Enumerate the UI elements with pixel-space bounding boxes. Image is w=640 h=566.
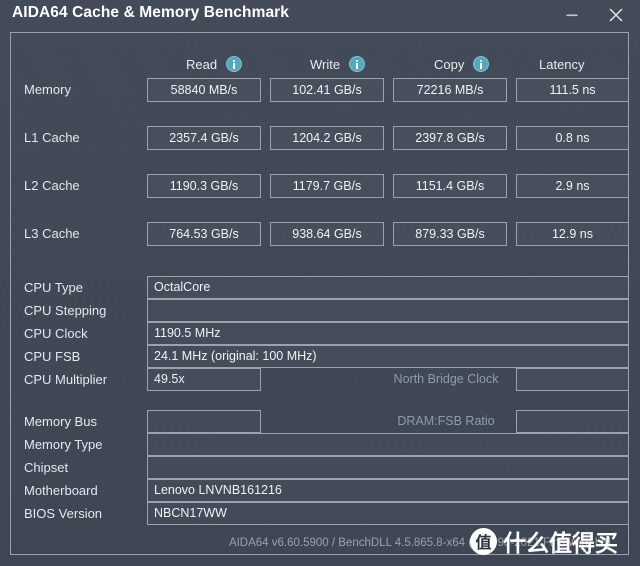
- column-header-copy: Copy: [434, 54, 490, 74]
- bench-value-l1-latency: 0.8 ns: [516, 126, 629, 150]
- info-value-cpu-type: OctalCore: [147, 276, 629, 299]
- bench-value-l2-write: 1179.7 GB/s: [270, 174, 384, 198]
- bench-row-label-memory: Memory: [24, 82, 71, 97]
- bench-value-memory-read: 58840 MB/s: [147, 78, 261, 102]
- info-label-cpu-fsb: CPU FSB: [24, 349, 81, 364]
- bench-value-memory-latency: 111.5 ns: [516, 78, 629, 102]
- info-label-memory-type: Memory Type: [24, 437, 103, 452]
- info-value-motherboard: Lenovo LNVNB161216: [147, 479, 629, 502]
- info-value-cpu-multiplier: 49.5x: [147, 368, 261, 391]
- bench-value-l3-write: 938.64 GB/s: [270, 222, 384, 246]
- bench-value-l1-copy: 2397.8 GB/s: [393, 126, 507, 150]
- column-header-latency-label: Latency: [539, 56, 585, 72]
- info-row-memory-type: Memory Type: [11, 433, 629, 456]
- bench-value-l2-latency: 2.9 ns: [516, 174, 629, 198]
- column-header-read: Read: [186, 54, 243, 74]
- info-value-dram-fsb-ratio: [516, 410, 629, 433]
- bench-row-label-l1-cache: L1 Cache: [24, 130, 80, 145]
- main-panel: Read Write Copy Latency Memory 58840 MB/…: [10, 32, 629, 555]
- column-header-write-label: Write: [310, 56, 341, 72]
- info-row-cpu-type: CPU Type OctalCore: [11, 276, 629, 299]
- info-value-cpu-clock: 1190.5 MHz: [147, 322, 629, 345]
- bench-value-l1-read: 2357.4 GB/s: [147, 126, 261, 150]
- info-icon-copy[interactable]: [473, 56, 490, 72]
- info-label-cpu-type: CPU Type: [24, 280, 84, 295]
- info-value-memory-bus: [147, 410, 261, 433]
- bench-value-memory-copy: 72216 MB/s: [393, 78, 507, 102]
- info-label-cpu-stepping: CPU Stepping: [24, 303, 107, 318]
- bench-value-memory-write: 102.41 GB/s: [270, 78, 384, 102]
- column-header-copy-label: Copy: [434, 56, 465, 72]
- info-value-bios-version: NBCN17WW: [147, 502, 629, 525]
- info-value-cpu-fsb: 24.1 MHz (original: 100 MHz): [147, 345, 629, 368]
- bench-value-l3-latency: 12.9 ns: [516, 222, 629, 246]
- window-title: AIDA64 Cache & Memory Benchmark: [12, 4, 290, 21]
- minimize-icon: [566, 14, 578, 17]
- info-value-chipset: [147, 456, 629, 479]
- bench-value-l2-copy: 1151.4 GB/s: [393, 174, 507, 198]
- bench-value-l3-read: 764.53 GB/s: [147, 222, 261, 246]
- info-label-cpu-clock: CPU Clock: [24, 326, 88, 341]
- bench-value-l2-read: 1190.3 GB/s: [147, 174, 261, 198]
- benchmark-column-headers: Read Write Copy Latency: [11, 33, 628, 72]
- info-label-north-bridge-clock: North Bridge Clock: [393, 372, 499, 386]
- info-row-cpu-multiplier: CPU Multiplier 49.5x North Bridge Clock: [11, 368, 629, 391]
- info-row-cpu-fsb: CPU FSB 24.1 MHz (original: 100 MHz): [11, 345, 629, 368]
- info-label-memory-bus: Memory Bus: [24, 414, 97, 429]
- minimize-button[interactable]: [552, 0, 592, 30]
- info-label-motherboard: Motherboard: [24, 483, 98, 498]
- info-value-memory-type: [147, 433, 629, 456]
- table-row: L2 Cache 1190.3 GB/s 1179.7 GB/s 1151.4 …: [11, 174, 629, 198]
- column-header-latency: Latency: [539, 54, 585, 74]
- table-row: Memory 58840 MB/s 102.41 GB/s 72216 MB/s…: [11, 78, 629, 102]
- table-row: L1 Cache 2357.4 GB/s 1204.2 GB/s 2397.8 …: [11, 126, 629, 150]
- info-label-cpu-multiplier: CPU Multiplier: [24, 372, 108, 387]
- info-row-cpu-stepping: CPU Stepping: [11, 299, 629, 322]
- info-value-cpu-stepping: [147, 299, 629, 322]
- title-bar: AIDA64 Cache & Memory Benchmark: [0, 0, 640, 31]
- info-row-chipset: Chipset: [11, 456, 629, 479]
- info-label-dram-fsb-ratio: DRAM:FSB Ratio: [397, 414, 495, 428]
- bench-row-label-l3-cache: L3 Cache: [24, 226, 80, 241]
- info-value-north-bridge-clock: [516, 368, 629, 391]
- info-icon-read[interactable]: [226, 56, 243, 72]
- close-button[interactable]: [596, 0, 636, 30]
- bench-value-l3-copy: 879.33 GB/s: [393, 222, 507, 246]
- info-row-memory-bus: Memory Bus DRAM:FSB Ratio: [11, 410, 629, 433]
- bench-value-l1-write: 1204.2 GB/s: [270, 126, 384, 150]
- info-label-chipset: Chipset: [24, 460, 69, 475]
- footer-version-text: AIDA64 v6.60.5900 / BenchDLL 4.5.865.8-x…: [228, 537, 614, 549]
- column-header-read-label: Read: [186, 56, 218, 72]
- info-row-bios-version: BIOS Version NBCN17WW: [11, 502, 629, 525]
- info-icon-write[interactable]: [349, 56, 366, 72]
- column-header-write: Write: [310, 54, 366, 74]
- table-row: L3 Cache 764.53 GB/s 938.64 GB/s 879.33 …: [11, 222, 629, 246]
- info-row-motherboard: Motherboard Lenovo LNVNB161216: [11, 479, 629, 502]
- info-label-bios-version: BIOS Version: [24, 506, 103, 521]
- bench-row-label-l2-cache: L2 Cache: [24, 178, 80, 193]
- info-row-cpu-clock: CPU Clock 1190.5 MHz: [11, 322, 629, 345]
- close-icon: [609, 8, 623, 22]
